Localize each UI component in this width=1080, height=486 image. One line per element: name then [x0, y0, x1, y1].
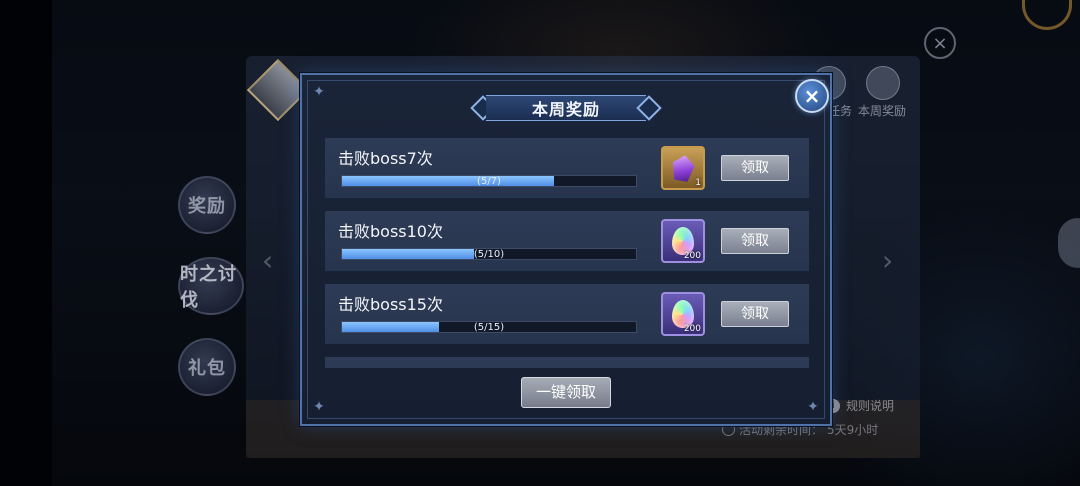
reward-title: 击败boss7次 — [338, 149, 433, 168]
corner-ornament-icon: ✦ — [807, 399, 819, 415]
corner-ornament-icon: ✦ — [313, 399, 325, 415]
purple-crystal-icon — [670, 153, 696, 182]
side-tab-label: 奖励 — [188, 196, 226, 217]
reward-row: 击败boss15次 (5/15) 200 领取 — [325, 284, 809, 344]
reward-list[interactable]: 击败boss7次 (5/7) 1 领取 击败boss10次 (5/10) 200… — [325, 138, 809, 368]
arrow-right-icon: › — [882, 244, 894, 277]
reward-item[interactable]: 1 — [661, 146, 705, 190]
side-tab-time-crusade: 时之讨伐 — [178, 257, 244, 315]
rules-link: i 规则说明 — [826, 397, 894, 414]
arrow-left-icon: ‹ — [262, 244, 274, 277]
claim-button[interactable]: 领取 — [721, 301, 789, 327]
reward-item[interactable]: 200 — [661, 292, 705, 336]
dialog-title-plate: 本周奖励 — [468, 93, 664, 123]
reward-title: 击败boss10次 — [338, 222, 443, 241]
header-tab-weekly-rewards: 本周奖励 — [858, 104, 907, 118]
progress-bar: (5/15) — [341, 321, 637, 333]
claim-button[interactable]: 领取 — [721, 228, 789, 254]
side-tab-label: 礼包 — [188, 358, 226, 379]
progress-bar: (5/7) — [341, 175, 637, 187]
dialog-title: 本周奖励 — [531, 100, 600, 119]
weekly-reward-tab-icon — [866, 66, 900, 100]
weekly-rewards-dialog: ✦ ✦ ✦ ✦ 本周奖励 × 击败boss7次 (5/7) 1 领取 击败bos… — [300, 73, 832, 426]
reward-row-partial — [325, 357, 809, 368]
reward-count: 1 — [695, 178, 701, 188]
reward-count: 200 — [683, 251, 701, 261]
timer-value: 5天9小时 — [827, 423, 879, 437]
progress-text: (5/10) — [473, 249, 505, 260]
background-close-icon: × — [924, 27, 956, 59]
claim-all-button[interactable]: 一键领取 — [521, 377, 611, 408]
reward-title: 击败boss15次 — [338, 295, 443, 314]
close-button[interactable]: × — [795, 79, 829, 113]
side-tab-label: 时之讨伐 — [180, 264, 237, 311]
reward-row: 击败boss10次 (5/10) 200 领取 — [325, 211, 809, 271]
close-icon: × — [803, 84, 821, 108]
progress-bar: (5/10) — [341, 248, 637, 260]
reward-item[interactable]: 200 — [661, 219, 705, 263]
claim-button[interactable]: 领取 — [721, 155, 789, 181]
progress-text: (5/15) — [473, 322, 505, 333]
rules-label: 规则说明 — [846, 399, 895, 413]
side-tab-gift-pack: 礼包 — [178, 338, 236, 396]
side-tab-rewards: 奖励 — [178, 176, 236, 234]
reward-row: 击败boss7次 (5/7) 1 领取 — [325, 138, 809, 198]
progress-text: (5/7) — [477, 176, 501, 187]
reward-count: 200 — [683, 324, 701, 334]
corner-ornament-icon: ✦ — [313, 84, 325, 100]
